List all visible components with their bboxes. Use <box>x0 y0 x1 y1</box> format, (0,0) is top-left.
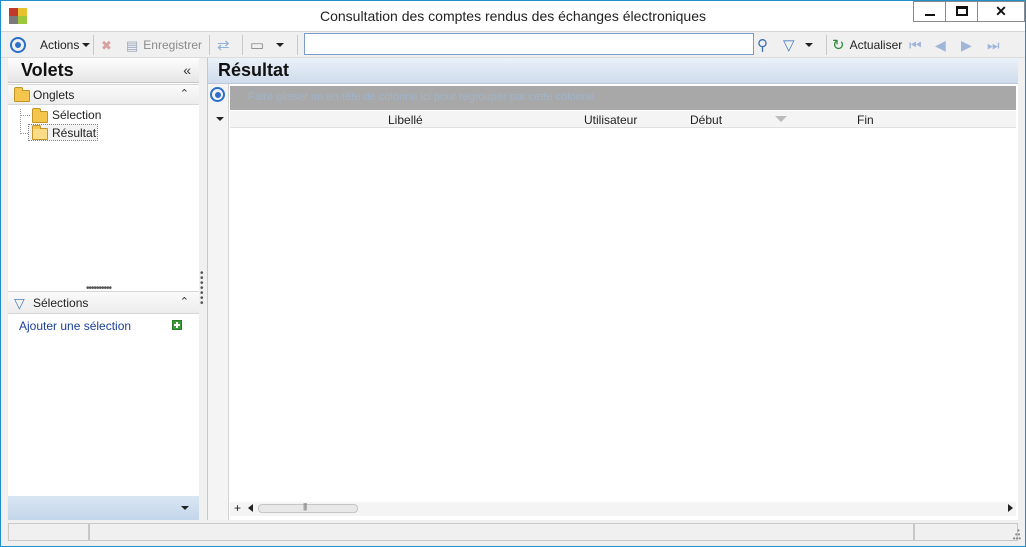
application-window: Consultation des comptes rendus des écha… <box>0 0 1026 547</box>
minimize-button[interactable] <box>913 1 945 22</box>
refresh-green-icon: ↻ <box>832 36 845 54</box>
tree-item-label: Résultat <box>52 126 97 140</box>
group-by-area[interactable]: Faire glisser un en-tête de colonne ici … <box>230 86 1016 110</box>
refresh-label: Actualiser <box>849 38 903 52</box>
column-header-utilisateur[interactable]: Utilisateur <box>584 113 637 127</box>
maximize-icon <box>956 6 968 16</box>
panes-title: Volets <box>21 60 74 80</box>
toolbar-separator <box>826 35 827 55</box>
result-header: Résultat <box>208 58 1018 84</box>
options-button[interactable] <box>10 32 26 58</box>
grid-row-header-column <box>208 84 229 520</box>
grid-column-headers: Libellé Utilisateur Début Fin <box>230 111 1016 128</box>
filter-icon: ▽ <box>783 36 795 54</box>
chevron-down-icon <box>804 43 813 47</box>
tree-item-result[interactable]: Résultat <box>28 124 98 141</box>
tree-connector <box>20 109 21 134</box>
vertical-splitter-grip[interactable]: • • • • • • • <box>200 269 204 309</box>
sort-descending-icon <box>775 116 787 122</box>
tabs-section-title: Onglets <box>33 88 75 102</box>
toolbar-separator <box>93 35 94 55</box>
toolbar: Actions ✖ ▤ Enregistrer ⇄ ▭ ⚲ ▽ ↻ Actual… <box>1 32 1025 58</box>
column-chooser-icon[interactable] <box>216 117 224 121</box>
chevron-up-icon: ⌃ <box>179 88 189 100</box>
next-page-button[interactable]: ▶ <box>961 32 972 58</box>
panes-header: Volets « <box>8 58 199 83</box>
search-input[interactable] <box>304 33 754 55</box>
window-controls: ✕ <box>913 1 1025 22</box>
save-icon: ▤ <box>126 37 139 53</box>
close-button[interactable]: ✕ <box>977 1 1025 22</box>
panes-sidebar: Volets « Onglets ⌃ Sélection Résultat ••… <box>8 58 199 520</box>
options-circle-icon <box>10 37 26 53</box>
next-page-icon: ▶ <box>961 36 972 53</box>
window-frame: Consultation des comptes rendus des écha… <box>1 1 1025 546</box>
folder-icon <box>14 87 30 102</box>
status-cell <box>914 523 1018 541</box>
filter-button[interactable]: ▽ <box>783 32 813 58</box>
resize-grip-icon[interactable]: • •• ••• <box>1013 527 1021 543</box>
tree-item-label: Sélection <box>52 108 102 122</box>
column-header-libelle[interactable]: Libellé <box>388 113 423 127</box>
scroll-right-icon[interactable] <box>1008 504 1013 512</box>
first-page-icon: ⏮ <box>909 36 922 53</box>
toolbar-separator <box>297 35 298 55</box>
actions-label: Actions <box>40 38 80 52</box>
selections-section-header[interactable]: ▽ Sélections ⌃ <box>8 291 199 314</box>
prev-page-icon: ◀ <box>935 36 946 53</box>
toolbar-separator <box>209 35 210 55</box>
folder-icon <box>32 108 48 123</box>
status-cell <box>89 523 914 541</box>
status-cell <box>8 523 89 541</box>
group-by-hint: Faire glisser un en-tête de colonne ici … <box>248 91 595 103</box>
expand-icon[interactable]: + <box>234 501 241 515</box>
print-button[interactable]: ▭ <box>250 32 285 58</box>
delete-button[interactable]: ✖ <box>101 32 112 58</box>
actions-menu-button[interactable]: Actions <box>40 32 91 58</box>
scroll-left-icon[interactable] <box>248 504 253 512</box>
scroll-thumb[interactable] <box>258 502 358 513</box>
add-selection-link[interactable]: Ajouter une sélection <box>19 319 131 333</box>
sync-button[interactable]: ⇄ <box>217 32 230 58</box>
save-label: Enregistrer <box>143 38 202 52</box>
column-header-debut[interactable]: Début <box>690 113 722 127</box>
collapse-panes-button[interactable]: « <box>183 62 191 78</box>
selections-section-title: Sélections <box>33 296 89 310</box>
chevron-down-icon <box>82 43 91 47</box>
prev-page-button[interactable]: ◀ <box>935 32 946 58</box>
title-bar: Consultation des comptes rendus des écha… <box>1 1 1025 32</box>
close-icon: ✕ <box>995 3 1007 19</box>
minimize-icon <box>925 14 935 16</box>
refresh-button[interactable]: ↻ Actualiser <box>832 32 902 58</box>
maximize-button[interactable] <box>945 1 977 22</box>
add-icon[interactable] <box>172 320 182 330</box>
open-folder-icon <box>32 125 48 140</box>
print-icon: ▭ <box>250 36 265 54</box>
delete-icon: ✖ <box>101 37 112 53</box>
search-button[interactable]: ⚲ <box>757 32 768 58</box>
chevron-up-icon: ⌃ <box>179 296 189 308</box>
result-panel: Résultat Faire glisser un en-tête de col… <box>207 58 1018 520</box>
panes-footer[interactable] <box>8 496 199 520</box>
save-button[interactable]: ▤ Enregistrer <box>126 32 202 58</box>
column-header-fin[interactable]: Fin <box>857 113 874 127</box>
filter-icon: ▽ <box>14 295 25 311</box>
result-title: Résultat <box>218 60 290 80</box>
tree-connector <box>20 115 30 116</box>
last-page-button[interactable]: ⏭ <box>987 32 1000 58</box>
status-bar: • •• ••• <box>1 521 1025 545</box>
first-page-button[interactable]: ⏮ <box>909 32 922 58</box>
chevron-down-icon <box>276 43 285 47</box>
chevron-down-icon <box>181 506 189 510</box>
grid-options-icon[interactable] <box>210 87 225 102</box>
search-icon: ⚲ <box>757 36 768 54</box>
horizontal-scrollbar[interactable]: + <box>230 501 1016 516</box>
window-title: Consultation des comptes rendus des écha… <box>319 8 707 24</box>
tabs-section-header[interactable]: Onglets ⌃ <box>8 84 199 105</box>
toolbar-separator <box>242 35 243 55</box>
last-page-icon: ⏭ <box>987 36 1000 53</box>
refresh-icon: ⇄ <box>217 36 230 54</box>
